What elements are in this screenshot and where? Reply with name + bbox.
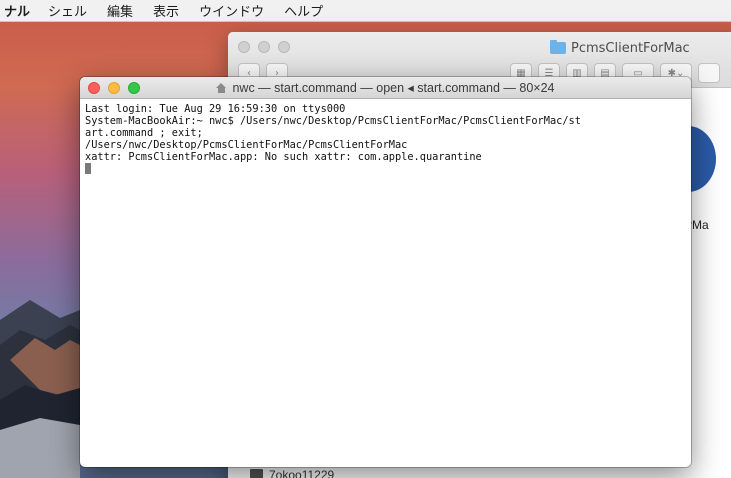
home-icon: [216, 83, 227, 93]
menu-shell[interactable]: シェル: [48, 1, 87, 20]
terminal-title-label: nwc — start.command — open ◂ start.comma…: [232, 81, 555, 95]
app-icon-label: rMa: [688, 218, 709, 232]
folder-icon: [550, 40, 566, 54]
terminal-line: System-MacBookAir:~ nwc$ /Users/nwc/Desk…: [85, 115, 581, 127]
finder-file-label: 7okoo11229: [269, 468, 335, 478]
share-button[interactable]: [698, 63, 720, 83]
menu-help[interactable]: ヘルプ: [284, 1, 323, 20]
terminal-title: nwc — start.command — open ◂ start.comma…: [80, 80, 691, 95]
finder-file-item[interactable]: 7okoo11229: [250, 468, 334, 478]
finder-title-label: PcmsClientForMac: [571, 40, 690, 56]
terminal-line: art.command ; exit;: [85, 127, 203, 139]
finder-minimize-button[interactable]: [258, 41, 270, 53]
terminal-output[interactable]: Last login: Tue Aug 29 16:59:30 on ttys0…: [85, 103, 685, 175]
terminal-line: Last login: Tue Aug 29 16:59:30 on ttys0…: [85, 103, 346, 115]
menu-app-name[interactable]: ナル: [4, 1, 30, 20]
finder-maximize-button[interactable]: [278, 41, 290, 53]
text-cursor: [85, 163, 91, 174]
terminal-window[interactable]: nwc — start.command — open ◂ start.comma…: [80, 77, 691, 467]
terminal-titlebar[interactable]: nwc — start.command — open ◂ start.comma…: [80, 77, 691, 99]
menu-view[interactable]: 表示: [153, 1, 179, 20]
finder-close-button[interactable]: [238, 41, 250, 53]
menu-edit[interactable]: 編集: [107, 1, 133, 20]
finder-window-controls: [238, 41, 290, 53]
terminal-line: /Users/nwc/Desktop/PcmsClientForMac/Pcms…: [85, 139, 408, 151]
terminal-line: xattr: PcmsClientForMac.app: No such xat…: [85, 151, 482, 163]
finder-title: PcmsClientForMac: [550, 40, 690, 56]
menu-bar: ナル シェル 編集 表示 ウインドウ ヘルプ: [0, 0, 731, 22]
document-icon: [250, 469, 263, 478]
menu-window[interactable]: ウインドウ: [199, 1, 264, 20]
